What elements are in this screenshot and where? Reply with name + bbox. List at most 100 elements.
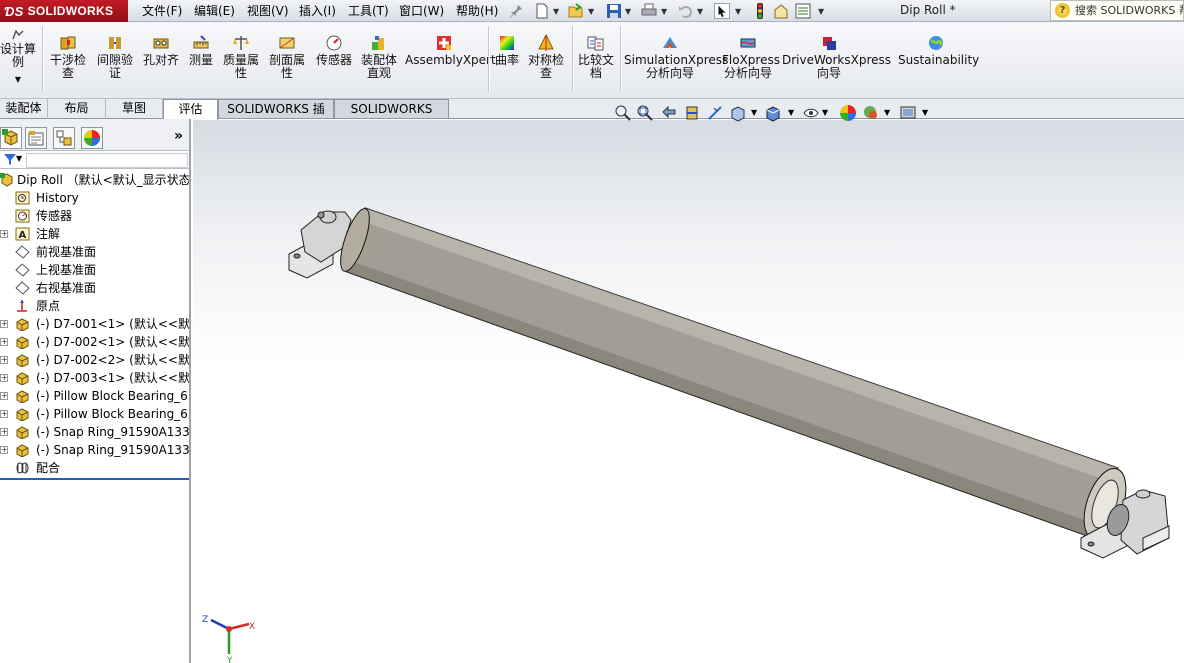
tree-item[interactable]: 上视基准面 xyxy=(0,261,189,279)
tree-item[interactable]: + (-) Snap Ring_91590A133< xyxy=(0,441,189,459)
roller-model[interactable]: Z X Y xyxy=(193,120,1184,663)
section-properties-button[interactable]: 剖面属性 xyxy=(266,34,308,80)
tree-item[interactable]: 配合 xyxy=(0,459,189,477)
menu-insert[interactable]: 插入(I) xyxy=(295,2,340,20)
expand-plus-icon[interactable]: + xyxy=(0,446,8,454)
chevron-down-icon[interactable]: ▼ xyxy=(553,7,559,16)
traffic-light-icon[interactable] xyxy=(752,3,768,19)
display-style-icon[interactable] xyxy=(764,104,782,122)
configuration-manager-tab[interactable] xyxy=(53,127,75,149)
symmetry-check-button[interactable]: 对称检查 xyxy=(525,34,567,80)
tree-item[interactable]: 原点 xyxy=(0,297,189,315)
tree-item[interactable]: 前视基准面 xyxy=(0,243,189,261)
chevron-down-icon[interactable]: ▼ xyxy=(588,7,594,16)
menu-view[interactable]: 视图(V) xyxy=(243,2,293,20)
chevron-down-icon[interactable]: ▼ xyxy=(16,154,22,163)
dynamic-annotation-icon[interactable] xyxy=(706,104,724,122)
chevron-down-icon[interactable]: ▼ xyxy=(751,108,757,117)
menu-tools[interactable]: 工具(T) xyxy=(344,2,393,20)
expand-plus-icon[interactable]: + xyxy=(0,338,8,346)
new-document-icon[interactable] xyxy=(534,3,550,19)
chevron-down-icon[interactable]: ▼ xyxy=(625,7,631,16)
edit-appearance-icon[interactable] xyxy=(839,104,857,122)
file-properties-icon[interactable] xyxy=(773,3,789,19)
zoom-to-fit-icon[interactable] xyxy=(614,104,632,122)
tab-assembly[interactable]: 装配体 xyxy=(0,99,48,119)
chevron-down-icon[interactable]: ▼ xyxy=(697,7,703,16)
expand-plus-icon[interactable]: + xyxy=(0,392,8,400)
property-manager-tab[interactable] xyxy=(25,127,47,149)
tree-item[interactable]: 右视基准面 xyxy=(0,279,189,297)
mass-properties-button[interactable]: 质量属性 xyxy=(220,34,262,80)
tree-item[interactable]: + (-) Pillow Block Bearing_63 xyxy=(0,387,189,405)
expand-plus-icon[interactable]: + xyxy=(0,230,8,238)
tree-item[interactable]: + (-) Pillow Block Bearing_63 xyxy=(0,405,189,423)
design-study-button[interactable]: 设计算例 ▼ xyxy=(0,29,36,86)
driveworksxpress-button[interactable]: DriveWorksXpress向导 xyxy=(782,34,891,80)
expand-panel-icon[interactable]: » xyxy=(174,128,183,144)
roller-body[interactable] xyxy=(346,207,1119,539)
tree-item[interactable]: + (-) D7-003<1> (默认<<默认 xyxy=(0,369,189,387)
expand-plus-icon[interactable]: + xyxy=(0,428,8,436)
floxpress-button[interactable]: FloXpress分析向导 xyxy=(722,34,780,80)
chevron-down-icon[interactable]: ▼ xyxy=(735,7,741,16)
compare-documents-button[interactable]: 比较文档 xyxy=(575,34,617,80)
chevron-down-icon[interactable]: ▼ xyxy=(822,108,828,117)
hole-alignment-button[interactable]: 孔对齐 xyxy=(140,34,182,67)
tree-item[interactable]: 传感器 xyxy=(0,207,189,225)
tree-rollback-bar[interactable] xyxy=(0,478,189,480)
tree-item[interactable]: + (-) D7-001<1> (默认<<默认 xyxy=(0,315,189,333)
filter-icon[interactable] xyxy=(3,153,17,166)
display-manager-tab[interactable] xyxy=(81,127,103,149)
solidworks-logo[interactable]: ƊS SOLIDWORKS xyxy=(0,0,128,22)
graphics-area[interactable]: Z X Y xyxy=(193,120,1184,663)
menu-window[interactable]: 窗口(W) xyxy=(395,2,448,20)
tree-filter-input[interactable] xyxy=(26,153,188,168)
tree-item[interactable]: + (-) D7-002<2> (默认<<默认 xyxy=(0,351,189,369)
open-folder-icon[interactable] xyxy=(568,3,584,19)
assembly-visualization-button[interactable]: 装配体直观 xyxy=(358,34,400,80)
tab-layout[interactable]: 布局 xyxy=(48,99,106,119)
tab-solidworks-mbd[interactable]: SOLIDWORKS MBD xyxy=(334,99,449,134)
tab-evaluate[interactable]: 评估 xyxy=(163,99,218,120)
menu-file[interactable]: 文件(F) xyxy=(138,2,186,20)
save-icon[interactable] xyxy=(606,3,622,19)
chevron-down-icon[interactable]: ▼ xyxy=(884,108,890,117)
curvature-button[interactable]: 曲率 xyxy=(492,34,522,67)
view-settings-icon[interactable] xyxy=(899,104,917,122)
chevron-down-icon[interactable]: ▼ xyxy=(922,108,928,117)
chevron-down-icon[interactable]: ▼ xyxy=(818,7,824,16)
tree-root[interactable]: Dip Roll （默认<默认_显示状态-1>） xyxy=(0,171,189,189)
apply-scene-icon[interactable] xyxy=(862,104,880,122)
simulationxpress-button[interactable]: SimulationXpress分析向导 xyxy=(624,34,728,80)
chevron-down-icon[interactable]: ▼ xyxy=(661,7,667,16)
expand-plus-icon[interactable]: + xyxy=(0,320,8,328)
print-icon[interactable] xyxy=(641,3,657,19)
expand-plus-icon[interactable]: + xyxy=(0,410,8,418)
undo-icon[interactable] xyxy=(678,3,694,19)
clearance-verification-button[interactable]: 间隙验证 xyxy=(94,34,136,80)
section-view-icon[interactable] xyxy=(684,104,702,122)
interference-check-button[interactable]: 干涉检查 xyxy=(47,34,89,80)
chevron-down-icon[interactable]: ▼ xyxy=(788,108,794,117)
tree-item[interactable]: History xyxy=(0,189,189,207)
hide-show-items-icon[interactable] xyxy=(802,104,820,122)
previous-view-icon[interactable] xyxy=(660,104,678,122)
pin-icon[interactable] xyxy=(508,3,524,19)
feature-manager-tab[interactable] xyxy=(0,127,22,149)
sensor-button[interactable]: 传感器 xyxy=(313,34,355,67)
zoom-to-area-icon[interactable] xyxy=(636,104,654,122)
sustainability-button[interactable]: Sustainability xyxy=(898,34,979,67)
select-arrow-icon[interactable] xyxy=(714,3,730,19)
menu-help[interactable]: 帮助(H) xyxy=(452,2,502,20)
expand-plus-icon[interactable]: + xyxy=(0,356,8,364)
tree-item[interactable]: + (-) D7-002<1> (默认<<默认 xyxy=(0,333,189,351)
tree-item[interactable]: + (-) Snap Ring_91590A133< xyxy=(0,423,189,441)
expand-plus-icon[interactable]: + xyxy=(0,374,8,382)
tree-item[interactable]: + A 注解 xyxy=(0,225,189,243)
assemblyxpert-button[interactable]: AssemblyXpert xyxy=(405,34,496,67)
tab-sketch[interactable]: 草图 xyxy=(106,99,163,119)
options-icon[interactable] xyxy=(795,3,811,19)
measure-button[interactable]: 测量 xyxy=(186,34,216,67)
view-orientation-icon[interactable] xyxy=(729,104,747,122)
